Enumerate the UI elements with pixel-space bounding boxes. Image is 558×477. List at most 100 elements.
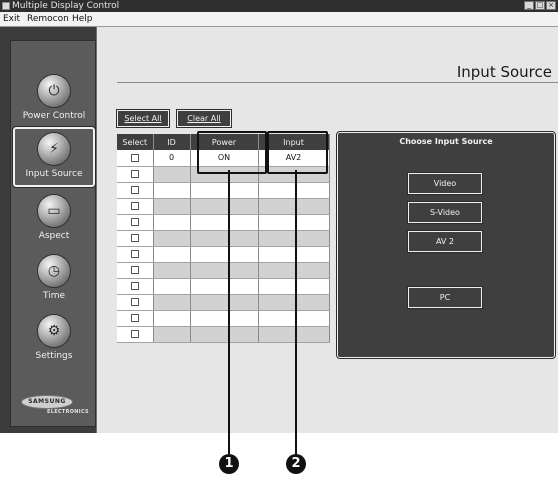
row-select-checkbox[interactable] — [130, 250, 139, 258]
callout-1-badge: 1 — [219, 454, 239, 474]
id-cell: 0 — [153, 150, 191, 167]
settings-icon: ⚙ — [38, 315, 70, 347]
window-controls: _ □ × — [524, 1, 556, 10]
power-cell — [190, 278, 259, 295]
window-title: Multiple Display Control — [12, 1, 120, 11]
input-column-highlight — [267, 131, 328, 174]
input-cell — [258, 310, 330, 327]
power-control-icon: ⏻ — [38, 75, 70, 107]
id-cell — [153, 310, 191, 327]
input-source-icon: ⚡ — [38, 133, 70, 165]
source-button-av2[interactable]: AV 2 — [407, 230, 483, 253]
power-cell — [190, 198, 259, 215]
sidebar-item-label: Settings — [35, 351, 73, 361]
table-row[interactable] — [117, 310, 330, 327]
row-select-checkbox[interactable] — [130, 330, 139, 338]
table-body: 0 ON AV2 — [117, 150, 330, 343]
power-column-highlight — [197, 131, 267, 174]
select-cell — [117, 150, 154, 167]
id-cell — [153, 326, 191, 343]
sidebar-item-settings[interactable]: ⚙ Settings — [13, 315, 95, 367]
input-cell — [258, 182, 330, 199]
table-row[interactable] — [117, 294, 330, 311]
source-button-video[interactable]: Video — [407, 172, 483, 195]
title-divider — [117, 82, 558, 83]
row-select-checkbox[interactable] — [130, 298, 139, 306]
row-select-checkbox[interactable] — [130, 282, 139, 290]
logo-subtitle: ELECTRONICS — [47, 409, 89, 415]
table-row[interactable] — [117, 182, 330, 199]
column-header-select: Select — [117, 134, 154, 150]
power-cell — [190, 262, 259, 279]
select-cell — [117, 182, 154, 199]
id-cell — [153, 230, 191, 247]
id-cell — [153, 278, 191, 295]
power-cell — [190, 310, 259, 327]
input-cell — [258, 230, 330, 247]
row-select-checkbox[interactable] — [130, 218, 139, 226]
table-row[interactable] — [117, 230, 330, 247]
select-cell — [117, 310, 154, 327]
row-select-checkbox[interactable] — [130, 170, 139, 178]
power-cell — [190, 230, 259, 247]
table-row[interactable] — [117, 214, 330, 231]
logo-wordmark: SAMSUNG — [21, 395, 73, 409]
sidebar-item-aspect[interactable]: ▭ Aspect — [13, 195, 95, 247]
close-button[interactable]: × — [546, 1, 556, 10]
time-icon: ◷ — [38, 255, 70, 287]
page-title: Input Source — [456, 63, 552, 81]
input-cell — [258, 198, 330, 215]
power-cell — [190, 246, 259, 263]
row-select-checkbox[interactable] — [130, 153, 139, 162]
menu-bar: Exit Remocon Help — [0, 12, 558, 27]
id-cell — [153, 262, 191, 279]
select-all-button[interactable]: Select All — [116, 109, 170, 128]
minimize-button[interactable]: _ — [524, 1, 534, 10]
input-cell — [258, 326, 330, 343]
title-bar: Multiple Display Control _ □ × — [0, 0, 558, 12]
clear-all-button[interactable]: Clear All — [176, 109, 232, 128]
table-row[interactable] — [117, 278, 330, 295]
sidebar-item-input-source[interactable]: ⚡ Input Source — [12, 126, 96, 188]
select-cell — [117, 326, 154, 343]
aspect-icon: ▭ — [38, 195, 70, 227]
callout-1-leader — [228, 170, 230, 454]
select-cell — [117, 278, 154, 295]
select-cell — [117, 166, 154, 183]
row-select-checkbox[interactable] — [130, 234, 139, 242]
source-button-s-video[interactable]: S-Video — [407, 201, 483, 224]
source-button-pc[interactable]: PC — [407, 286, 483, 309]
sidebar-item-label: Input Source — [25, 169, 83, 179]
select-cell — [117, 294, 154, 311]
table-row[interactable] — [117, 262, 330, 279]
id-cell — [153, 166, 191, 183]
column-header-id: ID — [153, 134, 191, 150]
row-select-checkbox[interactable] — [130, 202, 139, 210]
row-select-checkbox[interactable] — [130, 186, 139, 194]
samsung-logo: SAMSUNG ELECTRONICS — [21, 395, 89, 417]
sidebar-item-label: Time — [42, 291, 66, 301]
row-select-checkbox[interactable] — [130, 314, 139, 322]
sidebar-item-power-control[interactable]: ⏻ Power Control — [13, 75, 95, 127]
select-cell — [117, 230, 154, 247]
panel-title: Choose Input Source — [399, 137, 493, 146]
menu-remocon[interactable]: Remocon — [27, 12, 69, 26]
select-cell — [117, 198, 154, 215]
select-cell — [117, 214, 154, 231]
menu-exit[interactable]: Exit — [3, 12, 20, 26]
menu-help[interactable]: Help — [72, 12, 93, 26]
sidebar: ⏻ Power Control ⚡ Input Source ▭ Aspect … — [10, 40, 96, 427]
app-window: Multiple Display Control _ □ × Exit Remo… — [0, 0, 558, 433]
input-cell — [258, 262, 330, 279]
row-select-checkbox[interactable] — [130, 266, 139, 274]
sidebar-item-time[interactable]: ◷ Time — [13, 255, 95, 307]
table-row[interactable] — [117, 326, 330, 343]
maximize-button[interactable]: □ — [535, 1, 545, 10]
input-cell — [258, 294, 330, 311]
input-cell — [258, 278, 330, 295]
table-row[interactable] — [117, 198, 330, 215]
power-cell — [190, 182, 259, 199]
id-cell — [153, 198, 191, 215]
id-cell — [153, 246, 191, 263]
table-row[interactable] — [117, 246, 330, 263]
